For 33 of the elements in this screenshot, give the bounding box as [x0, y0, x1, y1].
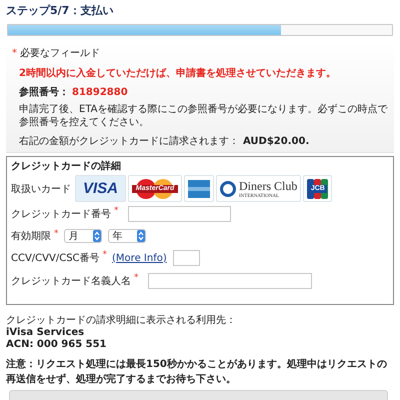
spinner-icon — [136, 230, 144, 242]
dropdown[interactable]: 年 — [108, 229, 146, 243]
field-label: 有効期限 — [11, 230, 51, 243]
input-field[interactable] — [128, 206, 230, 222]
merchant-name: iVisa Services — [6, 327, 86, 339]
spinner-icon — [92, 230, 100, 242]
required-asterisk: * — [114, 206, 118, 216]
required-asterisk: * — [54, 229, 58, 239]
deadline-notice: 2時間以内に入金していただけば、申請書を処理させていただきます。 — [19, 66, 337, 80]
field-label: CCV/CVV/CSC番号 — [11, 252, 100, 265]
input-field[interactable] — [172, 250, 200, 266]
merchant-label: クレジットカードの請求明細に表示される利用先： — [6, 315, 237, 327]
caution-note: 注意：リクエスト処理には最長150秒かかることがあります。処理中はリクエストの再送信をせず、処理が完了するまでお待ち下さい。 — [6, 357, 388, 387]
required-asterisk: * — [134, 273, 138, 283]
required-asterisk: * — [12, 48, 17, 59]
section-title: クレジットカードの詳細 — [11, 160, 122, 173]
input-field[interactable] — [148, 273, 312, 289]
field-label: 取扱いカード — [11, 182, 71, 196]
required-label: 必要なフィールド — [20, 48, 100, 59]
card-logo[interactable]: VISA — [75, 175, 126, 202]
reference-label: 参照番号： — [19, 87, 69, 98]
amount-label: 右記の金額がクレジットカードに請求されます： — [19, 136, 239, 147]
field-label: クレジットカード名義人名 — [11, 275, 131, 288]
merchant-acn: ACN: 000 965 551 — [6, 339, 108, 351]
field-label: クレジットカード番号 — [11, 208, 111, 221]
dropdown[interactable]: 月 — [64, 229, 102, 243]
amount-value: AUD$20.00. — [243, 136, 310, 147]
reference-number: 81892880 — [72, 87, 128, 98]
card-logo[interactable] — [184, 175, 214, 202]
reference-note: 申請完了後、ETAを確認する際にこの参照番号が必要になります。必ずこの時点で参照番号を控えてください。 — [19, 104, 388, 129]
required-asterisk: * — [102, 250, 108, 260]
page-title: ステップ5/7：支払い — [5, 3, 114, 19]
more-info-link[interactable]: (More Info) — [112, 252, 167, 264]
